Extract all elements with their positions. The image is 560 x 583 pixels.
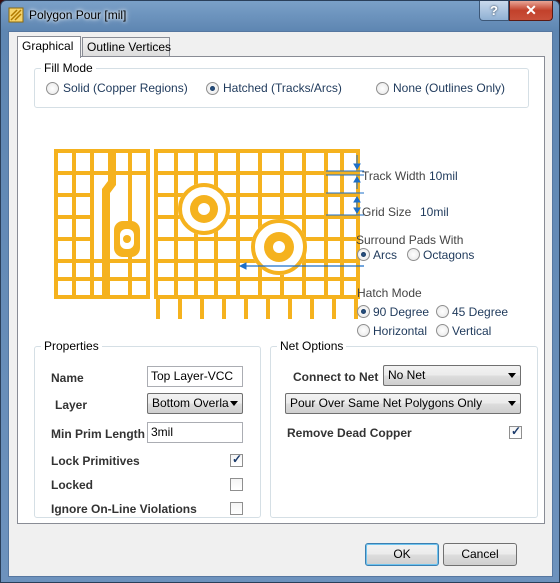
grid-size-label: Grid Size <box>362 205 412 219</box>
hatch-90-radio[interactable] <box>357 305 370 318</box>
remove-dead-copper-label: Remove Dead Copper <box>287 426 412 440</box>
fill-solid-radio[interactable] <box>46 82 59 95</box>
surround-octagons-radio[interactable] <box>407 248 420 261</box>
ok-button[interactable]: OK <box>365 543 439 566</box>
locked-checkbox[interactable] <box>230 478 243 491</box>
cancel-button[interactable]: Cancel <box>443 543 517 566</box>
net-options-group: Net Options Connect to Net No Net Pour O… <box>270 339 538 518</box>
track-width-value[interactable]: 10mil <box>429 169 458 183</box>
track-width-label: Track Width <box>362 169 426 183</box>
properties-group: Properties Name Top Layer-VCC Layer Bott… <box>34 339 261 518</box>
tab-outline-vertices[interactable]: Outline Vertices <box>82 37 171 57</box>
hatch-preview-diagram <box>54 149 364 319</box>
hatch-horizontal-radio[interactable] <box>357 324 370 337</box>
lock-primitives-label: Lock Primitives <box>51 454 140 468</box>
hatch-45-radio[interactable] <box>436 305 449 318</box>
pour-mode-value: Pour Over Same Net Polygons Only <box>290 396 483 410</box>
hatch-vertical-radio[interactable] <box>436 324 449 337</box>
lock-primitives-checkbox[interactable] <box>230 452 243 467</box>
hatch-45-label[interactable]: 45 Degree <box>452 305 508 319</box>
hatch-mode-label: Hatch Mode <box>357 286 422 300</box>
layer-select-value: Bottom Overla <box>152 396 229 410</box>
window-title: Polygon Pour [mil] <box>29 8 127 22</box>
surround-octagons-label[interactable]: Octagons <box>423 248 474 262</box>
fill-hatched-radio[interactable] <box>206 82 219 95</box>
connect-to-net-select[interactable]: No Net <box>383 365 521 386</box>
grid-size-value[interactable]: 10mil <box>420 205 449 219</box>
locked-label: Locked <box>51 478 94 492</box>
hatch-horizontal-label[interactable]: Horizontal <box>373 324 427 338</box>
remove-dead-copper-checkbox[interactable] <box>509 424 522 439</box>
close-button[interactable]: ✕ <box>509 1 553 21</box>
ignore-violations-label: Ignore On-Line Violations <box>51 502 197 516</box>
fill-mode-group: Fill Mode Solid (Copper Regions) Hatched… <box>34 61 529 108</box>
fill-none-radio[interactable] <box>376 82 389 95</box>
fill-hatched-label[interactable]: Hatched (Tracks/Arcs) <box>223 81 342 95</box>
graphical-panel: Fill Mode Solid (Copper Regions) Hatched… <box>17 56 545 524</box>
chevron-down-icon <box>508 373 516 378</box>
name-label: Name <box>51 371 84 385</box>
name-input[interactable]: Top Layer-VCC <box>147 366 243 387</box>
connect-to-net-label: Connect to Net <box>293 370 379 384</box>
hatch-vertical-label[interactable]: Vertical <box>452 324 491 338</box>
surround-arcs-label[interactable]: Arcs <box>373 248 397 262</box>
layer-select[interactable]: Bottom Overla <box>147 393 243 414</box>
pour-mode-select[interactable]: Pour Over Same Net Polygons Only <box>285 393 521 414</box>
net-options-title: Net Options <box>277 339 347 353</box>
chevron-down-icon <box>508 401 516 406</box>
surround-pads-label: Surround Pads With <box>356 233 464 247</box>
app-icon <box>8 7 24 23</box>
min-prim-length-input[interactable]: 3mil <box>147 422 243 443</box>
help-button[interactable]: ? <box>479 1 509 21</box>
min-prim-length-label: Min Prim Length <box>51 427 145 441</box>
chevron-down-icon <box>230 401 238 406</box>
polygon-pour-dialog: Polygon Pour [mil] ? ✕ Graphical Outline… <box>0 0 560 583</box>
connect-to-net-value: No Net <box>388 368 426 382</box>
surround-arcs-radio[interactable] <box>357 248 370 261</box>
hatch-90-label[interactable]: 90 Degree <box>373 305 429 319</box>
layer-label: Layer <box>55 398 88 412</box>
fill-mode-title: Fill Mode <box>41 61 96 75</box>
fill-none-label[interactable]: None (Outlines Only) <box>393 81 505 95</box>
dialog-body: Graphical Outline Vertices Fill Mode Sol… <box>8 31 553 577</box>
properties-title: Properties <box>41 339 102 353</box>
ignore-violations-checkbox[interactable] <box>230 502 243 515</box>
title-bar[interactable]: Polygon Pour [mil] ? ✕ <box>1 1 559 29</box>
tab-graphical[interactable]: Graphical <box>17 36 81 58</box>
fill-solid-label[interactable]: Solid (Copper Regions) <box>63 81 188 95</box>
